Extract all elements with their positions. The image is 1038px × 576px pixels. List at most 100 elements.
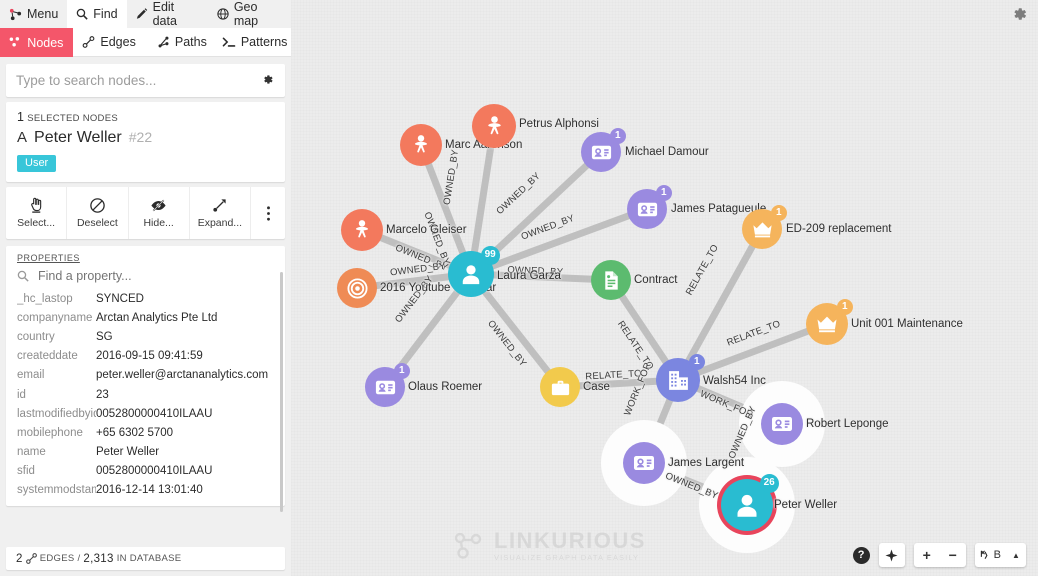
person-icon — [350, 218, 374, 242]
graph-icon — [9, 8, 22, 21]
graph-node-james_p[interactable]: 1 — [627, 184, 672, 229]
zoom-out-button[interactable]: − — [940, 543, 966, 567]
graph-bottom-controls[interactable]: ? + − B ▲ — [852, 543, 1026, 567]
graph-node-marc[interactable] — [400, 124, 442, 166]
tab-patterns[interactable]: Patterns — [218, 28, 291, 57]
graph-edge[interactable] — [676, 320, 829, 384]
zoom-in-button[interactable]: + — [914, 543, 940, 567]
action-more[interactable] — [251, 187, 285, 239]
paths-icon — [157, 36, 170, 48]
property-key: name — [17, 446, 46, 459]
action-select[interactable]: Select... — [6, 187, 68, 239]
search-input[interactable] — [6, 73, 250, 88]
property-value: peter.weller@arctananalytics.com — [96, 369, 269, 382]
menu-item-label: Geo map — [233, 0, 259, 28]
pointer-icon — [28, 197, 45, 214]
node-initial: A — [17, 129, 28, 146]
property-key: country — [17, 330, 55, 343]
graph-node-marcelo[interactable] — [341, 209, 383, 251]
action-deselect[interactable]: Deselect — [67, 187, 129, 239]
graph-node-laura[interactable]: 99 — [448, 245, 500, 297]
properties-section-label: PROPERTIES — [17, 253, 80, 263]
property-row: systemmodstam 2016-12-14 13:01:40 — [6, 481, 285, 500]
db-label: IN DATABASE — [116, 553, 182, 564]
node-badge-count: 1 — [609, 127, 626, 144]
db-count: 2,313 — [83, 552, 114, 565]
node-search-card[interactable] — [6, 64, 285, 97]
properties-card: PROPERTIES _hc_lastopSYNCEDcompanynameAr… — [6, 246, 285, 507]
layout-selector[interactable]: B ▲ — [974, 543, 1026, 567]
tab-nodes[interactable]: Nodes — [0, 28, 73, 57]
menu-item-menu[interactable]: Menu — [0, 0, 67, 28]
properties-scrollbar[interactable] — [280, 272, 283, 512]
graph-node-walsh[interactable]: 1 — [656, 353, 705, 402]
action-expand[interactable]: Expand... — [190, 187, 251, 239]
edge-count: 2 — [16, 552, 23, 565]
find-tabstrip[interactable]: Nodes Edges Paths Patterns — [0, 28, 291, 57]
action-hide[interactable]: Hide... — [129, 187, 190, 239]
property-row: companyname Arctan Analytics Pte Ltd — [6, 308, 285, 327]
tab-paths[interactable]: Paths — [145, 28, 219, 57]
graph-node-petrus[interactable] — [472, 104, 516, 148]
graph-node-robert[interactable] — [761, 403, 803, 445]
property-row: sfid 0052800000410ILAAU — [6, 462, 285, 481]
properties-list: _hc_lastop SYNCED companyname Arctan Analyt… — [6, 285, 285, 506]
contact-icon — [590, 141, 613, 164]
tab-label: Patterns — [240, 35, 288, 49]
graph-node-largent[interactable] — [623, 442, 665, 484]
top-menubar[interactable]: Menu Find Edit data Geo map — [0, 0, 291, 28]
menu-item-find[interactable]: Find — [67, 0, 127, 28]
contact-icon — [632, 451, 656, 475]
contact-icon — [374, 376, 397, 399]
settings-gear-button[interactable] — [1010, 5, 1028, 28]
property-value: +65 6302 5700 — [96, 426, 174, 439]
person-icon — [482, 114, 507, 139]
property-filter-row[interactable] — [6, 266, 285, 285]
graph-node-webinar[interactable] — [337, 268, 377, 308]
property-row: mobilephone +65 6302 5700 — [6, 423, 285, 442]
eye-slash-icon — [150, 197, 167, 214]
menu-item-label: Find — [93, 7, 118, 21]
target-icon — [346, 277, 369, 300]
node-action-bar[interactable]: Select... Deselect Hide... Expand... — [6, 187, 285, 239]
node-badge-count: 1 — [393, 362, 410, 379]
property-filter-input[interactable] — [36, 267, 274, 284]
graph-node-contract[interactable] — [591, 260, 631, 300]
property-key: sfid — [17, 465, 35, 478]
center-graph-group[interactable] — [878, 543, 905, 567]
search-icon — [17, 270, 29, 282]
graph-node-unit001[interactable]: 1 — [806, 298, 853, 345]
action-label: Hide... — [143, 217, 174, 229]
menu-item-geo-map[interactable]: Geo map — [208, 0, 291, 28]
tab-label: Edges — [100, 35, 136, 49]
graph-node-michael[interactable]: 1 — [581, 127, 626, 172]
more-vertical-icon — [266, 205, 271, 222]
menu-item-label: Menu — [27, 7, 59, 21]
caret-up-icon: ▲ — [1012, 550, 1020, 560]
graph-node-olaus[interactable]: 1 — [365, 362, 410, 407]
globe-icon — [217, 8, 229, 20]
layout-caret-icon[interactable]: ▲ — [1006, 543, 1026, 567]
contact-icon — [636, 198, 659, 221]
property-value: Peter Weller — [96, 446, 160, 459]
tab-edges[interactable]: Edges — [72, 28, 146, 57]
left-panel: Menu Find Edit data Geo map Nodes Edges Paths… — [0, 0, 291, 576]
node-badge-count: 26 — [759, 473, 779, 493]
center-graph-icon[interactable] — [879, 543, 905, 567]
menu-item-edit-data[interactable]: Edit data — [127, 0, 208, 28]
selected-count-label: SELECTED NODES — [27, 113, 118, 124]
search-settings-gear-icon[interactable] — [250, 73, 285, 89]
graph-node-case[interactable] — [540, 367, 580, 407]
graph-node-ed209[interactable]: 1 — [742, 204, 787, 249]
zoom-controls[interactable]: + − — [913, 543, 966, 567]
edges-icon — [25, 553, 37, 564]
help-icon[interactable]: ? — [852, 546, 870, 564]
property-row: country SG — [6, 327, 285, 346]
property-value: 2016-12-14 13:01:40 — [96, 484, 203, 497]
property-value: 0052800000410ILAAU — [96, 465, 213, 478]
property-value: 0052800000410ILAAU — [96, 407, 213, 420]
layout-button[interactable]: B — [975, 543, 1006, 567]
property-row: createddate 2016-09-15 09:41:59 — [6, 347, 285, 366]
user-icon — [732, 490, 762, 520]
graph-node-peter[interactable]: 26 — [721, 473, 779, 531]
